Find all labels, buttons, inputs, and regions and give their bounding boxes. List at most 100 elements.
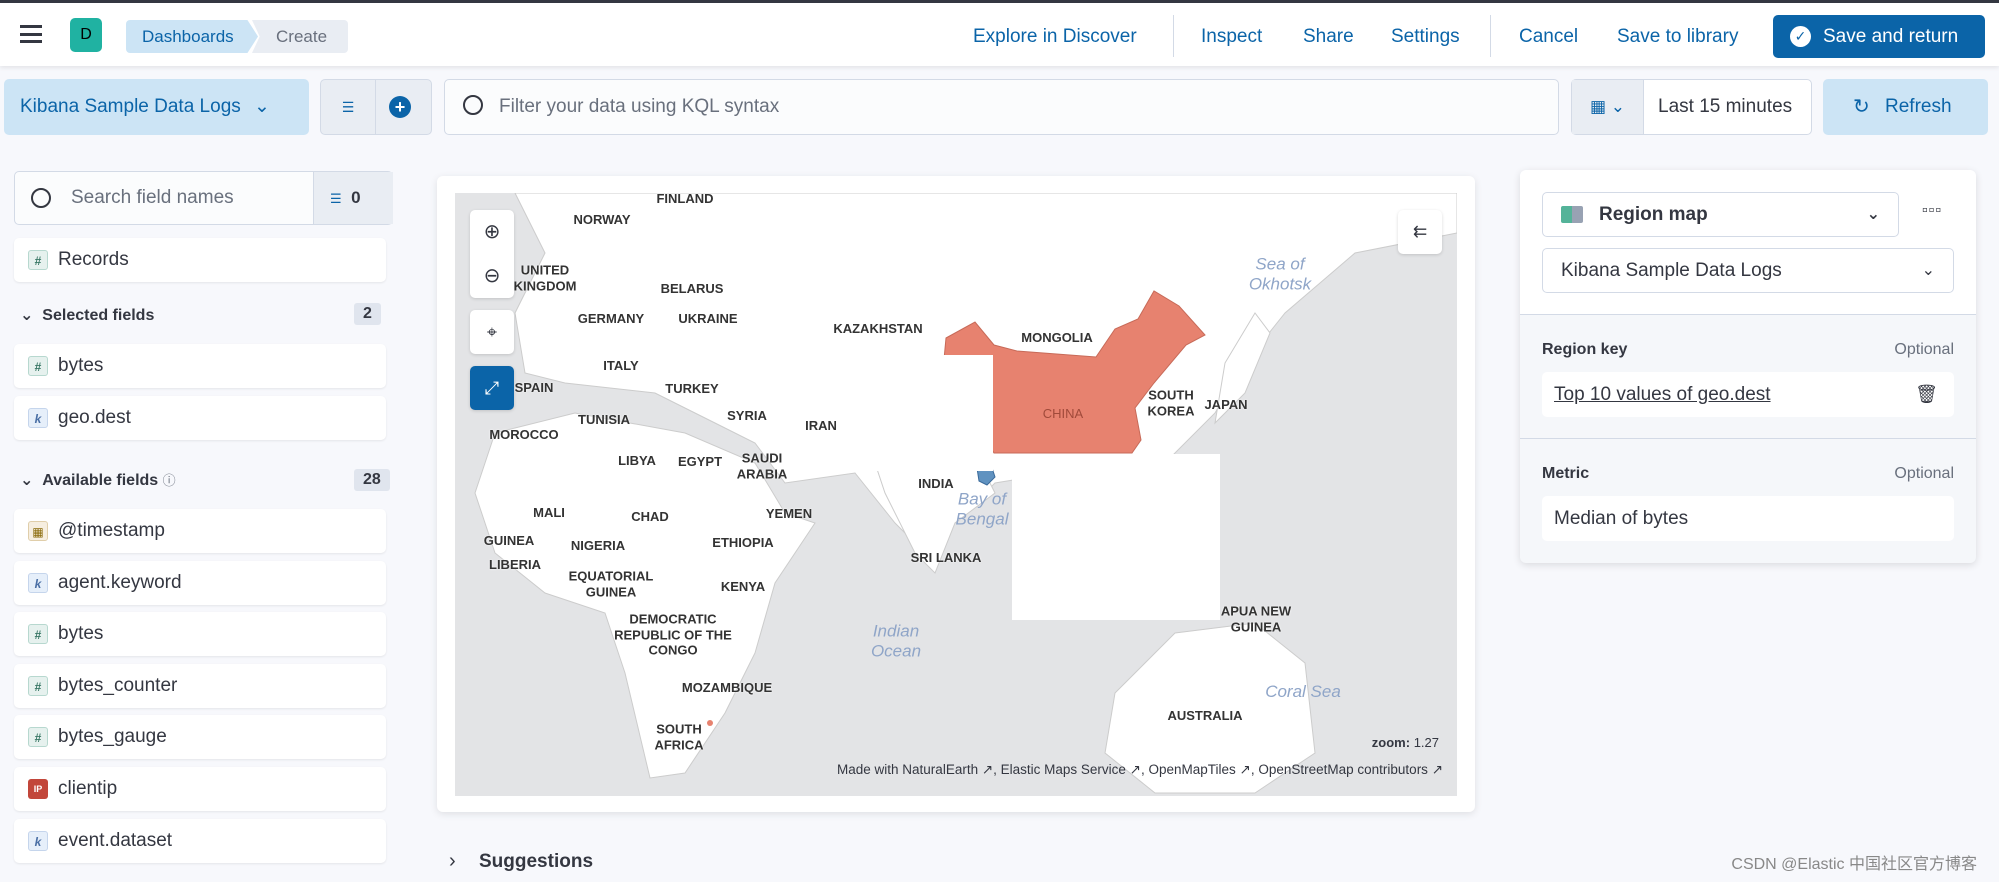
divider xyxy=(1490,15,1491,57)
add-filter-icon[interactable]: + xyxy=(389,96,411,118)
settings-link[interactable]: Settings xyxy=(1391,23,1460,51)
region-key-dimension[interactable]: Top 10 values of geo.dest 🗑 xyxy=(1542,372,1954,417)
number-type-icon: # xyxy=(28,356,48,376)
country-label: NORWAY xyxy=(573,212,631,228)
field-label: bytes xyxy=(58,355,104,376)
field-item[interactable]: IP clientip xyxy=(14,767,386,811)
keyword-type-icon: k xyxy=(28,830,48,851)
available-fields-header[interactable]: ⌄ Available fields ⓘ xyxy=(20,470,176,490)
mask-box xyxy=(864,355,993,471)
field-item[interactable]: k geo.dest xyxy=(14,395,386,440)
country-label: MONGOLIA xyxy=(1021,330,1093,346)
data-view-label: Kibana Sample Data Logs xyxy=(1561,260,1782,281)
filter-options-icon[interactable]: ☰ xyxy=(321,80,376,134)
cancel-link[interactable]: Cancel xyxy=(1519,23,1578,51)
keyword-type-icon: k xyxy=(28,407,48,428)
country-label: CHINA xyxy=(1042,406,1084,422)
refresh-icon: ↻ xyxy=(1853,96,1870,118)
field-item[interactable]: k agent.keyword xyxy=(14,560,386,605)
country-label: TUNISIA xyxy=(578,412,630,428)
inspect-link[interactable]: Inspect xyxy=(1201,23,1262,51)
data-view-label: Kibana Sample Data Logs xyxy=(20,96,241,117)
field-label: bytes_counter xyxy=(58,674,178,696)
field-item[interactable]: # bytes_counter xyxy=(14,663,386,708)
save-and-return-label: Save and return xyxy=(1823,26,1959,47)
zoom-label: zoom: xyxy=(1371,735,1411,750)
country-label: EGYPT xyxy=(677,454,723,470)
suggestions-toggle[interactable]: Suggestions xyxy=(479,851,593,873)
menu-icon[interactable] xyxy=(20,25,42,43)
optional-label: Optional xyxy=(1894,465,1954,482)
data-view-select[interactable]: Kibana Sample Data Logs ⌄ xyxy=(1542,248,1954,293)
field-item[interactable]: # bytes xyxy=(14,344,386,388)
country-label: MALI xyxy=(533,505,565,521)
kql-query-input[interactable]: Filter your data using KQL syntax xyxy=(444,79,1559,135)
field-label: Records xyxy=(58,249,129,270)
date-type-icon: ▦ xyxy=(28,521,48,541)
field-label: bytes_gauge xyxy=(58,726,167,748)
field-search-placeholder: Search field names xyxy=(71,187,234,208)
help-icon[interactable]: ⓘ xyxy=(163,473,176,488)
number-type-icon: # xyxy=(28,624,48,645)
country-label: MOZAMBIQUE xyxy=(681,680,773,696)
field-label: clientip xyxy=(58,778,118,799)
share-link[interactable]: Share xyxy=(1303,23,1354,51)
map-attribution[interactable]: Made with NaturalEarth ↗, Elastic Maps S… xyxy=(837,762,1443,778)
field-item[interactable]: # bytes xyxy=(14,612,386,657)
field-label: event.dataset xyxy=(58,829,173,851)
country-label: GUINEA xyxy=(483,533,535,549)
explore-in-discover-link[interactable]: Explore in Discover xyxy=(973,23,1137,51)
chevron-down-icon: ⌄ xyxy=(1921,262,1935,279)
sea-label: Bay of Bengal xyxy=(955,489,1009,529)
save-to-library-link[interactable]: Save to library xyxy=(1617,23,1738,51)
data-view-picker[interactable]: Kibana Sample Data Logs ⌄ xyxy=(4,79,309,135)
field-item[interactable]: k event.dataset xyxy=(14,818,386,863)
number-type-icon: # xyxy=(28,675,48,696)
chevron-down-icon: ⌄ xyxy=(1866,206,1880,223)
field-records[interactable]: # Records xyxy=(14,238,386,282)
divider xyxy=(1173,15,1174,57)
space-avatar[interactable]: D xyxy=(70,18,102,52)
country-label: SYRIA xyxy=(727,408,767,424)
metric-dimension[interactable]: Median of bytes xyxy=(1542,496,1954,541)
country-label: NIGERIA xyxy=(570,538,626,554)
chevron-down-icon: ⌄ xyxy=(20,472,34,489)
trash-icon[interactable]: 🗑 xyxy=(1915,372,1938,417)
check-icon: ✓ xyxy=(1790,26,1811,47)
config-panel: Region map ⌄ ▫▫▫ Kibana Sample Data Logs ⌄… xyxy=(1520,170,1976,563)
more-options-icon[interactable]: ▫▫▫ xyxy=(1922,202,1942,220)
field-item[interactable]: ▦ @timestamp xyxy=(14,509,386,553)
legend-toggle-icon[interactable]: ⇇ xyxy=(1398,210,1442,254)
chevron-right-icon[interactable]: › xyxy=(449,850,456,873)
sea-label: Sea of Okhotsk xyxy=(1248,254,1312,294)
zoom-out-icon[interactable]: ⊖ xyxy=(470,254,514,298)
country-label: MOROCCO xyxy=(489,427,559,443)
date-picker[interactable]: ▦ ⌄ Last 15 minutes xyxy=(1571,79,1812,135)
calendar-icon[interactable]: ▦ ⌄ xyxy=(1572,80,1644,134)
optional-label: Optional xyxy=(1894,341,1954,358)
region-key-value[interactable]: Top 10 values of geo.dest xyxy=(1554,384,1771,405)
field-search-input[interactable]: Search field names ☰ 0 xyxy=(14,171,393,225)
country-label: YEMEN xyxy=(765,506,813,522)
zoom-in-icon[interactable]: ⊕ xyxy=(470,210,514,254)
country-label: IRAN xyxy=(805,418,837,434)
time-range-label[interactable]: Last 15 minutes xyxy=(1658,80,1792,134)
vis-type-select[interactable]: Region map ⌄ xyxy=(1542,192,1899,237)
region-map-icon xyxy=(1561,206,1583,223)
vis-type-label: Region map xyxy=(1599,204,1708,225)
field-label: @timestamp xyxy=(58,520,165,541)
region-map[interactable]: FINLAND NORWAY UNITED KINGDOM BELARUS GERMAN… xyxy=(455,193,1457,796)
locate-icon[interactable]: ⌖ xyxy=(470,310,514,354)
country-label: DEMOCRATIC REPUBLIC OF THE CONGO xyxy=(614,611,732,658)
section-label: Available fields xyxy=(42,472,159,489)
fit-bounds-icon[interactable]: ⤢ xyxy=(470,366,514,410)
selected-fields-header[interactable]: ⌄ Selected fields xyxy=(20,305,154,325)
save-and-return-button[interactable]: ✓ Save and return xyxy=(1773,15,1985,58)
field-filter-button[interactable]: ☰ 0 xyxy=(313,172,393,224)
number-type-icon: # xyxy=(28,727,48,748)
breadcrumb-dashboards[interactable]: Dashboards xyxy=(126,20,258,53)
field-item[interactable]: # bytes_gauge xyxy=(14,715,386,760)
country-label: GERMANY xyxy=(577,311,645,327)
refresh-button[interactable]: ↻ Refresh xyxy=(1823,79,1988,135)
country-label: TURKEY xyxy=(665,381,719,397)
